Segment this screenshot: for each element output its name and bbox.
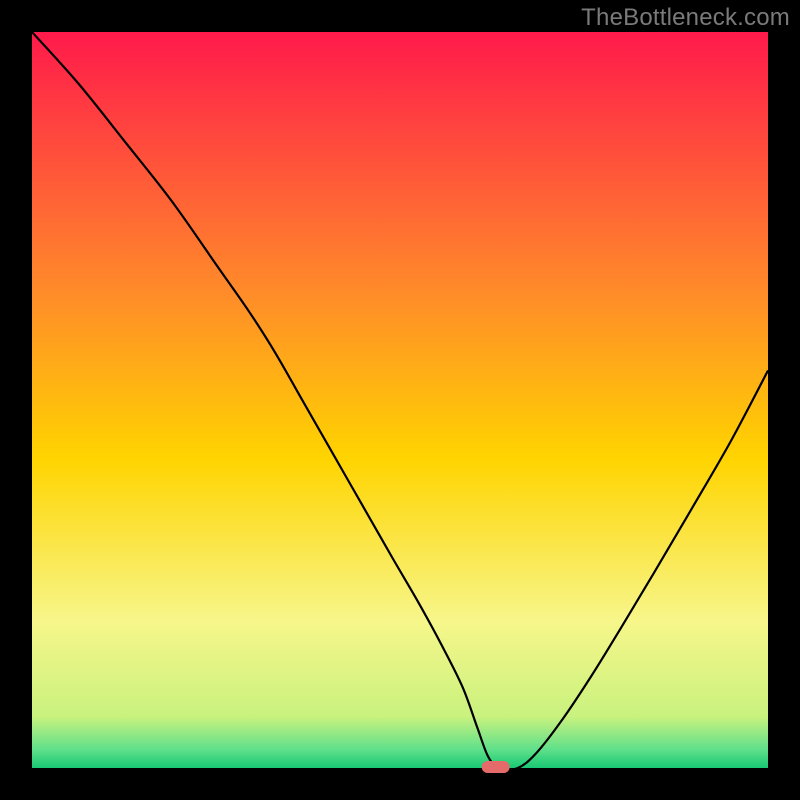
chart-svg bbox=[0, 0, 800, 800]
optimal-marker bbox=[482, 761, 510, 773]
watermark-text: TheBottleneck.com bbox=[581, 4, 790, 32]
chart-container: TheBottleneck.com bbox=[0, 0, 800, 800]
plot-background bbox=[32, 32, 768, 768]
